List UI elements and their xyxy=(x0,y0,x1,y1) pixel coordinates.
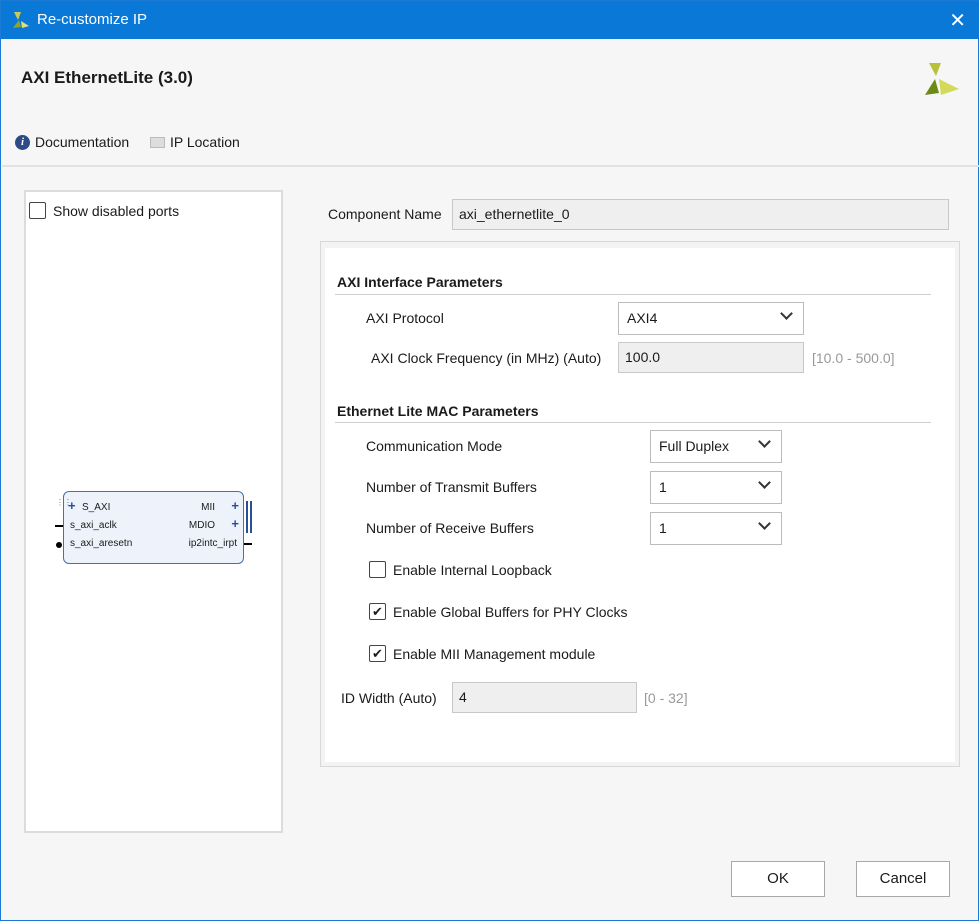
checkmark-icon: ✔ xyxy=(369,645,386,662)
expand-plus-icon[interactable]: + xyxy=(68,499,76,512)
documentation-label: Documentation xyxy=(35,134,130,150)
port-ip2intc-irpt: ip2intc_irpt xyxy=(188,538,237,549)
checkbox-box xyxy=(29,202,46,219)
dialog-window: Re-customize IP ✕ AXI EthernetLite (3.0)… xyxy=(0,0,979,921)
communication-mode-select[interactable]: Full Duplex xyxy=(650,430,782,463)
show-disabled-ports-label: Show disabled ports xyxy=(53,202,180,219)
transmit-buffers-select[interactable]: 1 xyxy=(650,471,782,504)
internal-loopback-checkbox[interactable]: Enable Internal Loopback xyxy=(369,561,552,578)
chevron-down-icon xyxy=(758,517,771,530)
transmit-buffers-value: 1 xyxy=(659,479,667,495)
checkbox-box xyxy=(369,561,386,578)
global-buffers-label: Enable Global Buffers for PHY Clocks xyxy=(393,603,628,620)
ip-symbol-block: ⋮⋮ + S_AXI s_axi_aclk s_axi_aresetn MII … xyxy=(55,491,252,564)
global-buffers-checkbox[interactable]: ✔ Enable Global Buffers for PHY Clocks xyxy=(369,603,628,620)
receive-buffers-value: 1 xyxy=(659,520,667,536)
receive-buffers-select[interactable]: 1 xyxy=(650,512,782,545)
header-divider xyxy=(2,165,979,167)
port-s-axi: S_AXI xyxy=(82,502,111,513)
show-disabled-ports-checkbox[interactable]: Show disabled ports xyxy=(29,202,179,219)
chevron-down-icon xyxy=(758,435,771,448)
folder-icon xyxy=(150,136,165,148)
section-divider xyxy=(335,294,931,295)
window-title: Re-customize IP xyxy=(37,11,148,28)
ip-title: AXI EthernetLite (3.0) xyxy=(21,68,193,87)
axi-protocol-select[interactable]: AXI4 xyxy=(618,302,804,335)
communication-mode-label: Communication Mode xyxy=(366,438,503,454)
chevron-down-icon xyxy=(758,476,771,489)
chevron-down-icon xyxy=(780,307,793,320)
close-button[interactable]: ✕ xyxy=(949,8,966,33)
cancel-button[interactable]: Cancel xyxy=(856,861,950,897)
id-width-range: [0 - 32] xyxy=(644,690,688,706)
component-name-label: Component Name xyxy=(328,206,442,222)
receive-buffers-label: Number of Receive Buffers xyxy=(366,520,534,536)
xilinx-logo-icon xyxy=(13,12,29,28)
axi-clock-range: [10.0 - 500.0] xyxy=(812,350,895,366)
ok-button[interactable]: OK xyxy=(731,861,825,897)
axi-section-heading: AXI Interface Parameters xyxy=(337,274,503,290)
axi-clock-label: AXI Clock Frequency (in MHz) (Auto) xyxy=(371,350,602,366)
mac-section-heading: Ethernet Lite MAC Parameters xyxy=(337,403,539,419)
component-name-input[interactable]: axi_ethernetlite_0 xyxy=(452,199,949,230)
id-width-label: ID Width (Auto) xyxy=(341,690,437,706)
port-s-axi-aresetn: s_axi_aresetn xyxy=(70,538,133,549)
expand-plus-icon[interactable]: + xyxy=(231,499,239,512)
expand-plus-icon[interactable]: + xyxy=(231,517,239,530)
title-bar: Re-customize IP ✕ xyxy=(1,1,979,39)
port-mii: MII xyxy=(201,502,215,513)
id-width-input[interactable]: 4 xyxy=(452,682,637,713)
communication-mode-value: Full Duplex xyxy=(659,438,730,454)
info-icon: i xyxy=(15,134,30,150)
section-divider xyxy=(335,422,931,423)
axi-protocol-label: AXI Protocol xyxy=(366,310,444,326)
pin-line xyxy=(55,525,63,527)
port-mdio: MDIO xyxy=(188,520,215,531)
pin-line xyxy=(244,543,252,545)
ip-logo-icon xyxy=(925,63,959,95)
port-s-axi-aclk: s_axi_aclk xyxy=(70,520,117,531)
pin-bubble xyxy=(56,542,62,548)
documentation-link[interactable]: i Documentation xyxy=(15,134,129,150)
bus-pin-icon xyxy=(246,501,252,533)
transmit-buffers-label: Number of Transmit Buffers xyxy=(366,479,537,495)
mii-management-checkbox[interactable]: ✔ Enable MII Management module xyxy=(369,645,595,662)
internal-loopback-label: Enable Internal Loopback xyxy=(393,561,552,578)
axi-clock-input[interactable]: 100.0 xyxy=(618,342,804,373)
axi-protocol-value: AXI4 xyxy=(627,310,658,326)
ip-location-link[interactable]: IP Location xyxy=(150,134,240,150)
checkmark-icon: ✔ xyxy=(369,603,386,620)
mii-management-label: Enable MII Management module xyxy=(393,645,596,662)
ip-location-label: IP Location xyxy=(170,134,240,150)
